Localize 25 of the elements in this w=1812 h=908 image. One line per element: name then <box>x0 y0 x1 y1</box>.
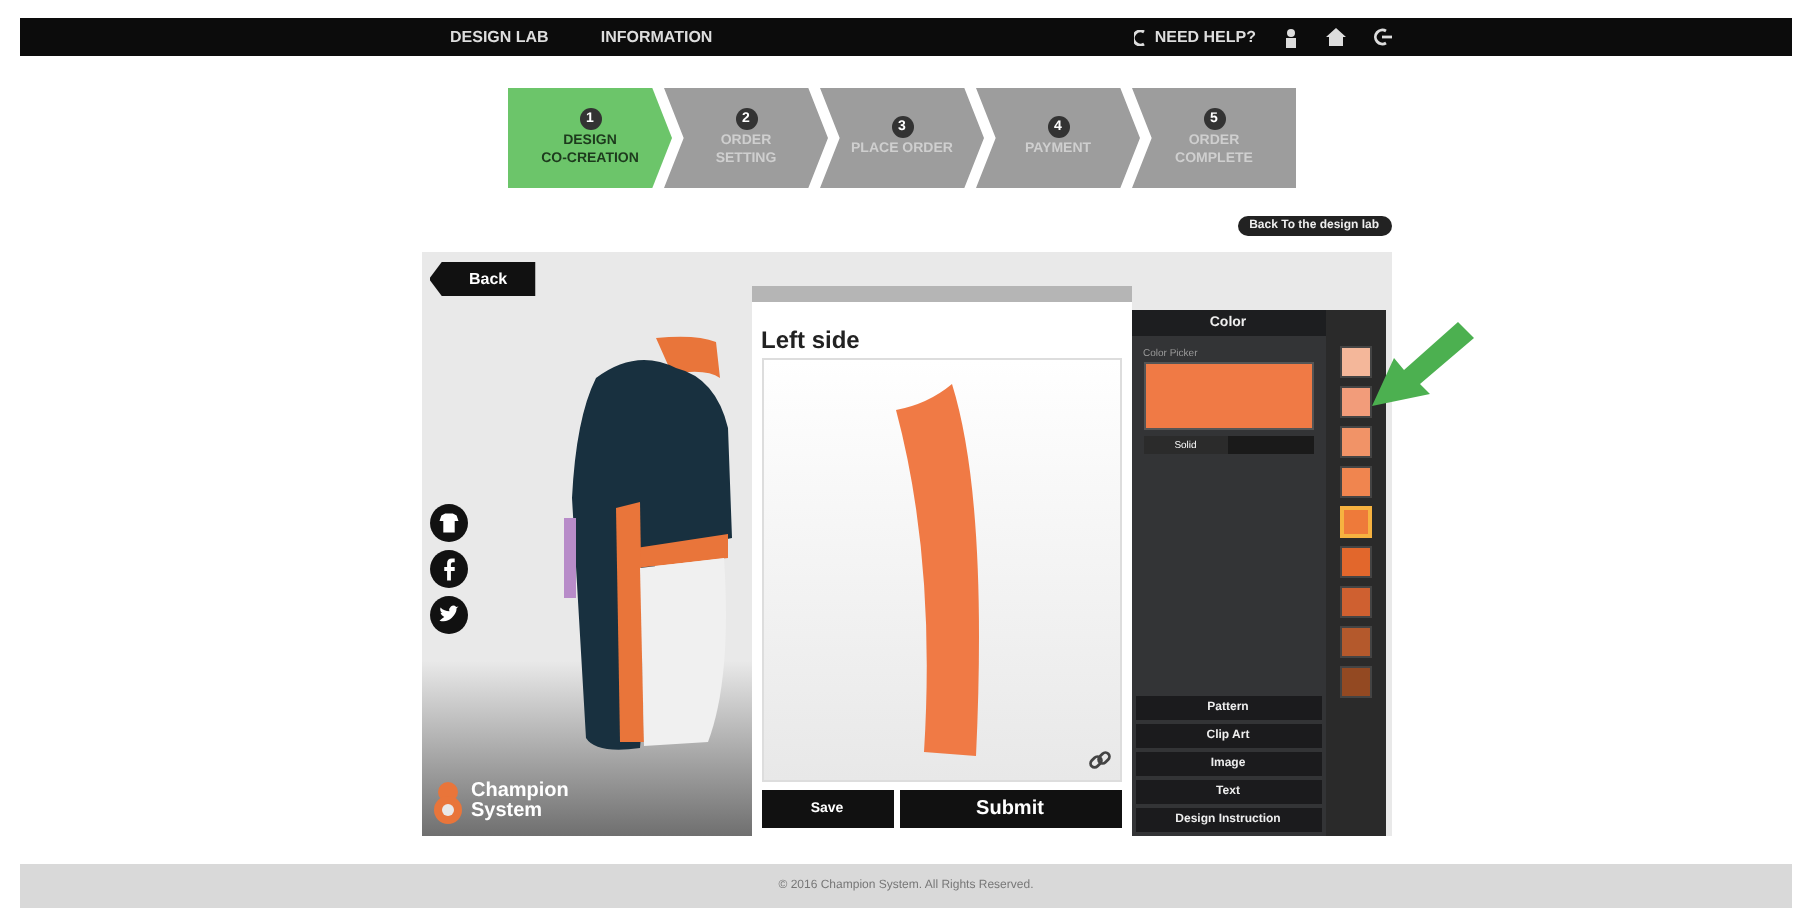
tshirt-icon[interactable] <box>429 503 467 541</box>
color-swatch[interactable] <box>1339 386 1371 418</box>
facebook-icon[interactable] <box>429 549 467 587</box>
color-swatch[interactable] <box>1339 546 1371 578</box>
phone-icon <box>1134 29 1149 45</box>
link-icon[interactable] <box>1087 748 1111 772</box>
back-button[interactable]: Back <box>429 262 536 296</box>
color-swatch[interactable] <box>1339 586 1371 618</box>
panel-title: Left side <box>761 326 862 354</box>
color-swatch[interactable] <box>1339 346 1371 378</box>
color-swatch[interactable] <box>1339 666 1371 698</box>
color-swatch[interactable] <box>1339 466 1371 498</box>
twitter-icon[interactable] <box>429 595 467 633</box>
nav-link[interactable]: DESIGN LAB <box>450 28 549 46</box>
nav-link[interactable]: INFORMATION <box>600 28 713 46</box>
color-swatch[interactable] <box>1339 506 1371 538</box>
home-icon[interactable] <box>1326 28 1346 46</box>
color-picker-field[interactable] <box>1143 362 1313 430</box>
color-swatch[interactable] <box>1339 626 1371 658</box>
user-icon[interactable] <box>1284 27 1298 47</box>
help-link[interactable]: NEED HELP? <box>1134 28 1256 46</box>
submit-button[interactable]: Submit <box>899 790 1121 828</box>
logout-icon[interactable] <box>1374 28 1392 46</box>
color-swatch[interactable] <box>1339 426 1371 458</box>
brand-logo: Champion System <box>429 780 751 824</box>
